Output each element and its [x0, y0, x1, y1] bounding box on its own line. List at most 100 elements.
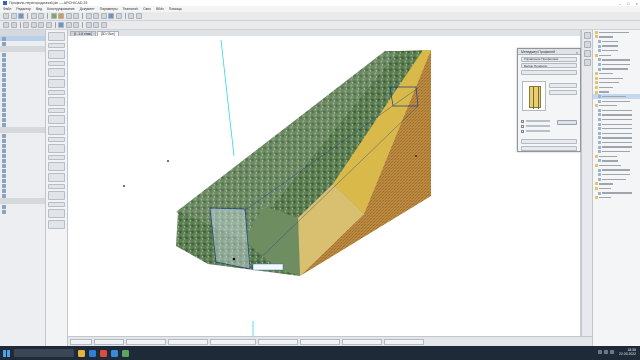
checkbox[interactable]	[521, 129, 524, 133]
profile-section-collapsed[interactable]	[521, 145, 577, 151]
store-profile-button[interactable]	[549, 90, 577, 95]
layer-icon[interactable]	[85, 13, 92, 19]
file-explorer-icon[interactable]	[78, 349, 85, 357]
3d-viewport[interactable]	[68, 36, 580, 336]
browser-icon[interactable]	[89, 349, 96, 357]
archicad-taskbar-icon[interactable]	[111, 349, 118, 357]
profile-dropdown[interactable]	[521, 69, 577, 75]
menu-teamwork[interactable]: Teamwork	[123, 7, 138, 11]
info-row[interactable]	[48, 220, 65, 229]
menu-help[interactable]: Помощь	[169, 7, 182, 11]
info-row[interactable]	[48, 108, 65, 113]
surface-icon[interactable]	[128, 13, 135, 19]
profile-manager-palette[interactable]: Менеджер Профилей × Управление Профилями…	[517, 48, 581, 152]
arrow-select-icon[interactable]	[3, 22, 9, 28]
menu-edit[interactable]: Редактор	[16, 7, 31, 11]
model-view-field[interactable]	[258, 338, 298, 345]
view-map-icon[interactable]	[584, 41, 591, 48]
publisher-icon[interactable]	[584, 59, 591, 66]
info-row[interactable]	[48, 43, 65, 48]
profile-section-collapsed[interactable]	[521, 138, 577, 144]
info-row[interactable]	[48, 191, 65, 200]
info-row[interactable]	[48, 90, 65, 95]
floor-plan-icon[interactable]	[50, 13, 57, 19]
menu-options[interactable]: Параметры	[100, 7, 118, 11]
new-file-icon[interactable]	[3, 13, 9, 19]
layout-book-icon[interactable]	[584, 50, 591, 57]
info-row[interactable]	[48, 50, 65, 59]
renovation-field[interactable]	[342, 338, 382, 345]
3d-model-canvas[interactable]	[68, 36, 580, 336]
overrides-field[interactable]	[300, 338, 340, 345]
info-row[interactable]	[48, 162, 65, 171]
undo-status[interactable]	[70, 338, 92, 345]
info-row[interactable]	[48, 173, 65, 182]
menu-document[interactable]: Документ	[80, 7, 95, 11]
taskbar-search[interactable]	[14, 349, 74, 357]
tool-grid[interactable]	[0, 209, 45, 214]
info-row[interactable]	[48, 184, 65, 189]
guide-lines-icon[interactable]	[73, 22, 80, 28]
layer-combination-field[interactable]	[126, 338, 166, 345]
graphic-override-icon[interactable]	[115, 13, 122, 19]
info-row[interactable]	[48, 209, 65, 218]
model-view-icon[interactable]	[100, 13, 107, 19]
language-icon[interactable]	[610, 350, 614, 354]
selection-box[interactable]	[209, 207, 251, 270]
info-row[interactable]	[48, 61, 65, 66]
volume-icon[interactable]	[604, 350, 608, 354]
info-row[interactable]	[48, 115, 65, 124]
info-row[interactable]	[48, 126, 65, 135]
pen-set-icon[interactable]	[93, 13, 100, 19]
info-row[interactable]	[48, 32, 65, 41]
info-row[interactable]	[48, 144, 65, 153]
marquee-icon[interactable]	[10, 22, 17, 28]
checkbox[interactable]	[521, 119, 524, 123]
info-row[interactable]	[48, 155, 65, 160]
elevation-icon[interactable]	[73, 13, 80, 19]
use-with-option[interactable]	[521, 129, 577, 133]
open-file-icon[interactable]	[10, 13, 17, 19]
structural-field[interactable]	[384, 338, 424, 345]
project-map-icon[interactable]	[584, 32, 591, 39]
pen-set-field[interactable]	[210, 338, 256, 345]
grid-snap-icon[interactable]	[65, 22, 72, 28]
menu-design[interactable]: Конструирование	[47, 7, 75, 11]
redo-icon[interactable]	[38, 13, 45, 19]
menu-file[interactable]: Файл	[3, 7, 11, 11]
mirror-icon[interactable]	[38, 22, 45, 28]
orbit-icon[interactable]	[85, 22, 92, 28]
close-icon[interactable]: ×	[576, 50, 578, 55]
info-row[interactable]	[48, 68, 65, 77]
taskbar-clock[interactable]: 18:58 22.03.2022	[619, 348, 636, 357]
scale-field[interactable]	[168, 338, 208, 345]
info-row[interactable]	[48, 79, 65, 88]
elevate-icon[interactable]	[45, 22, 52, 28]
renovation-icon[interactable]	[108, 13, 115, 19]
drag-icon[interactable]	[23, 22, 30, 28]
pan-icon[interactable]	[93, 22, 100, 28]
info-row[interactable]	[48, 97, 65, 106]
app-icon[interactable]	[100, 349, 107, 357]
profile-select-section[interactable]: Выбор Профиля	[521, 63, 577, 68]
manage-profiles-section[interactable]: Управление Профилями	[521, 56, 577, 62]
checkbox[interactable]	[521, 124, 524, 128]
3d-window-icon[interactable]	[58, 13, 65, 19]
section-icon[interactable]	[65, 13, 72, 19]
menu-view[interactable]: Вид	[36, 7, 42, 11]
menu-window[interactable]: Окно	[143, 7, 151, 11]
profile-icon[interactable]	[135, 13, 142, 19]
undo-icon[interactable]	[30, 13, 37, 19]
zoom-icon[interactable]	[100, 22, 107, 28]
rotate-icon[interactable]	[30, 22, 37, 28]
edit-profile-button[interactable]	[549, 83, 577, 88]
windows-start-icon[interactable]	[3, 349, 10, 357]
snap-icon[interactable]	[58, 22, 65, 28]
network-icon[interactable]	[598, 350, 602, 354]
info-row[interactable]	[48, 202, 65, 207]
apply-button[interactable]	[557, 120, 577, 125]
info-row[interactable]	[48, 137, 65, 142]
navigator-item[interactable]	[593, 195, 640, 200]
save-icon[interactable]	[18, 13, 24, 19]
menu-bimx[interactable]: BIMx	[156, 7, 164, 11]
